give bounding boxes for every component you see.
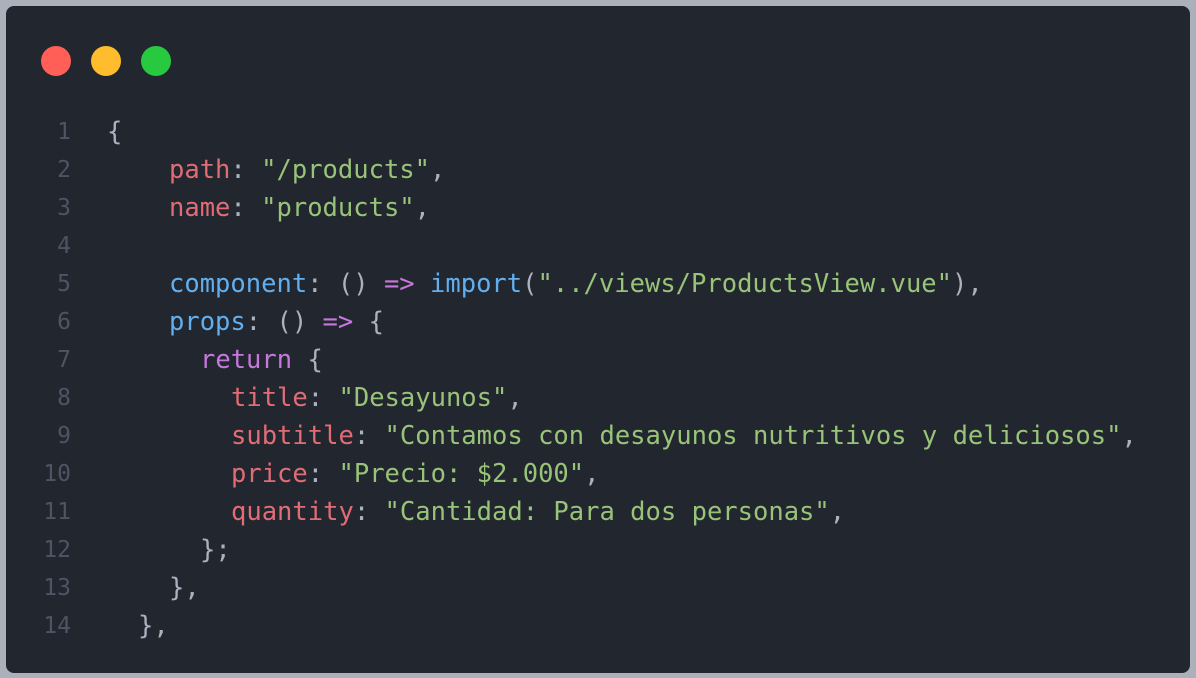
code-token: quantity (231, 497, 354, 527)
code-text[interactable]: path: "/products", (169, 151, 445, 189)
code-token: : (353, 497, 385, 527)
line-number: 5 (57, 271, 71, 297)
code-token: , (829, 497, 846, 527)
line-number: 7 (57, 347, 71, 373)
maximize-dot-icon[interactable] (141, 46, 171, 76)
line-number: 10 (43, 461, 71, 487)
code-window: 1 {2 path: "/products", 3 name: "products", 4… (6, 6, 1190, 673)
code-text[interactable]: }, (169, 569, 200, 607)
code-token: "/products" (261, 155, 431, 185)
code-token: ( (522, 269, 538, 299)
code-token: name (169, 193, 231, 223)
code-token: return (200, 345, 293, 375)
code-token: "Contamos con desayunos nutritivos y del… (384, 421, 1122, 451)
line-number: 4 (57, 233, 71, 259)
code-token: : (230, 193, 262, 223)
code-token: , (1121, 421, 1137, 451)
code-token: , (507, 383, 523, 413)
line-number: 11 (43, 499, 71, 525)
code-text[interactable]: }; (200, 531, 231, 569)
line-number: 8 (57, 385, 71, 411)
code-token: : (230, 155, 262, 185)
code-token: path (169, 155, 231, 185)
code-token: : () (307, 269, 384, 299)
code-token: , (430, 155, 446, 185)
code-token: => (383, 269, 415, 299)
line-number: 9 (57, 423, 71, 449)
code-token: , (414, 193, 431, 223)
code-token: "Precio: $2.000" (338, 459, 585, 489)
code-token: { (292, 345, 323, 375)
code-token: component (169, 269, 308, 299)
line-number: 3 (57, 195, 71, 221)
code-token: import (430, 269, 523, 299)
code-token: "Cantidad: Para dos personas" (384, 497, 830, 527)
code-token: => (322, 307, 354, 337)
code-token: , (584, 459, 600, 489)
code-token: }; (200, 535, 231, 565)
code-text[interactable]: title: "Desayunos", (231, 379, 523, 417)
code-token: "Desayunos" (338, 383, 508, 413)
code-text[interactable]: component: () => import("../views/Produc… (169, 265, 983, 303)
code-token: : (307, 459, 339, 489)
code-token: : () (245, 307, 323, 337)
code-text[interactable]: return { (200, 341, 323, 379)
line-number: 1 (57, 119, 71, 145)
line-number: 6 (57, 309, 71, 335)
code-text[interactable]: subtitle: "Contamos con desayunos nutrit… (231, 417, 1137, 455)
code-text[interactable]: price: "Precio: $2.000", (231, 455, 599, 493)
code-token: }, (169, 573, 200, 603)
code-token: : (307, 383, 339, 413)
code-text[interactable]: name: "products", (169, 189, 430, 227)
code-token: price (231, 459, 308, 489)
line-number: 12 (43, 537, 71, 563)
code-token: "products" (261, 193, 415, 223)
code-token: : (353, 421, 385, 451)
close-dot-icon[interactable] (41, 46, 71, 76)
code-token: title (231, 383, 308, 413)
code-token: { (107, 117, 123, 147)
line-number: 13 (43, 575, 71, 601)
minimize-dot-icon[interactable] (91, 46, 121, 76)
code-text[interactable]: { (107, 113, 122, 151)
code-token: }, (138, 611, 169, 641)
code-token: { (353, 307, 384, 337)
line-number: 2 (57, 157, 71, 183)
line-number: 14 (43, 613, 71, 639)
code-token: props (169, 307, 246, 337)
code-token: "../views/ProductsView.vue" (537, 269, 953, 299)
code-text[interactable]: props: () => { (169, 303, 384, 341)
code-text[interactable]: quantity: "Cantidad: Para dos personas", (231, 493, 845, 531)
code-token: ), (952, 269, 983, 299)
code-text[interactable]: }, (138, 607, 169, 645)
code-token: subtitle (231, 421, 354, 451)
